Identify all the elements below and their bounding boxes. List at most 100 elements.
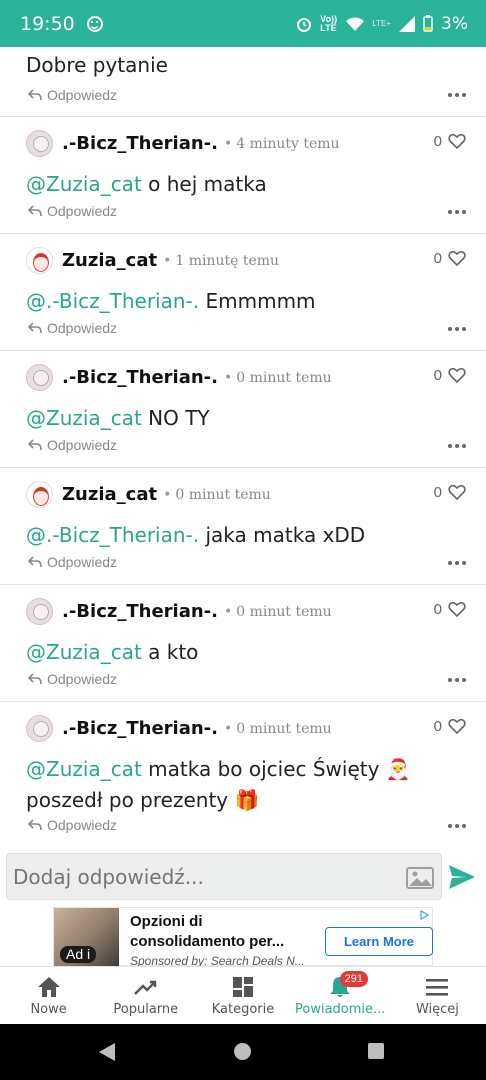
comment-header: Zuzia_cat 1 minutę temu [62, 247, 279, 274]
more-options-icon[interactable] [448, 444, 466, 448]
reply-link[interactable]: Odpowiedz [28, 203, 117, 219]
more-options-icon[interactable] [448, 678, 466, 682]
like-count: 0 [433, 600, 442, 618]
comment-item: Dobre pytanie Odpowiedz [0, 47, 486, 117]
like-button[interactable]: 0 [434, 717, 466, 735]
mention-link[interactable]: @Zuzia_cat [26, 172, 142, 196]
like-button[interactable]: 0 [434, 600, 466, 618]
comment-author[interactable]: .-Bicz_Therian-. [62, 133, 218, 154]
reply-link[interactable]: Odpowiedz [28, 671, 117, 687]
comment-header: .-Bicz_Therian-. 0 minut temu [62, 598, 332, 625]
comment-text: @Zuzia_cat o hej matka [26, 169, 446, 200]
ad-banner[interactable]: Ad i Opzioni di consolidamento per... Sp… [53, 907, 433, 968]
reply-link[interactable]: Odpowiedz [28, 437, 117, 453]
ad-image[interactable]: Ad i [54, 908, 119, 967]
like-button[interactable]: 0 [434, 483, 466, 501]
ad-learn-more-button[interactable]: Learn More [325, 927, 433, 956]
comment-author[interactable]: .-Bicz_Therian-. [62, 367, 218, 388]
battery-percent: 3% [441, 13, 468, 34]
heart-icon [448, 250, 466, 267]
avatar[interactable] [26, 481, 53, 508]
comment-header: Zuzia_cat 0 minut temu [62, 481, 271, 508]
volte-label: Vo)) LTE [320, 13, 338, 33]
like-button[interactable]: 0 [434, 132, 466, 150]
signal-icon [399, 15, 416, 32]
more-options-icon[interactable] [448, 93, 466, 97]
like-count: 0 [433, 366, 442, 384]
comment-author[interactable]: Zuzia_cat [62, 484, 157, 505]
comment-item: Zuzia_cat 1 minutę temu 0 @.-Bicz_Therian-.… [0, 234, 486, 351]
heart-icon [448, 133, 466, 150]
reply-label: Odpowiedz [47, 320, 118, 336]
more-options-icon[interactable] [448, 561, 466, 565]
like-count: 0 [433, 483, 442, 501]
more-options-icon[interactable] [448, 824, 466, 828]
comment-body: NO TY [141, 406, 210, 430]
reply-icon [28, 819, 42, 831]
comment-feed[interactable]: Dobre pytanie Odpowiedz .-Bicz_Therian-.… [0, 47, 486, 847]
reply-label: Odpowiedz [47, 554, 118, 570]
avatar[interactable] [26, 247, 53, 274]
tab-label: Więcej [415, 1002, 459, 1017]
tab-label: Kategorie [211, 1002, 275, 1017]
home-button-icon[interactable] [234, 1043, 251, 1060]
mention-link[interactable]: @Zuzia_cat [26, 640, 142, 664]
more-options-icon[interactable] [448, 327, 466, 331]
avatar[interactable] [26, 598, 53, 625]
comment-author[interactable]: .-Bicz_Therian-. [62, 601, 218, 622]
reply-icon [28, 89, 42, 101]
like-button[interactable]: 0 [434, 249, 466, 267]
trending-icon [133, 980, 156, 995]
comment-text: @.-Bicz_Therian-. jaka matka xDD [26, 520, 446, 551]
reply-label: Odpowiedz [47, 437, 118, 453]
image-attach-icon[interactable] [406, 867, 434, 889]
reply-link[interactable]: Odpowiedz [28, 817, 117, 833]
home-icon [37, 977, 60, 997]
comment-text: @Zuzia_cat matka bo ojciec Święty 🎅 posz… [26, 754, 446, 816]
back-icon[interactable] [99, 1043, 115, 1061]
more-options-icon[interactable] [448, 210, 466, 214]
comment-item: Zuzia_cat 0 minut temu 0 @.-Bicz_Therian-. … [0, 468, 486, 585]
smiley-notification-icon [86, 15, 103, 32]
comment-text: @Zuzia_cat a kto [26, 637, 446, 668]
tab-wiecej[interactable]: Więcej [389, 967, 486, 1024]
avatar[interactable] [26, 364, 53, 391]
tab-popularne[interactable]: Popularne [97, 967, 194, 1024]
tab-kategorie[interactable]: Kategorie [194, 967, 291, 1024]
recents-icon[interactable] [368, 1043, 384, 1059]
avatar[interactable] [26, 715, 53, 742]
ad-title[interactable]: Opzioni di consolidamento per... [130, 912, 310, 952]
reply-label: Odpowiedz [47, 671, 118, 687]
mention-link[interactable]: @Zuzia_cat [26, 406, 142, 430]
system-nav-bar [0, 1024, 486, 1080]
reply-link[interactable]: Odpowiedz [28, 320, 117, 336]
reply-link[interactable]: Odpowiedz [28, 554, 117, 570]
comment-time: 0 minut temu [224, 721, 331, 737]
grid-icon [233, 977, 253, 997]
mention-link[interactable]: @.-Bicz_Therian-. [26, 523, 199, 547]
mention-link[interactable]: @Zuzia_cat [26, 757, 142, 781]
mention-link[interactable]: @.-Bicz_Therian-. [26, 289, 199, 313]
comment-text: Dobre pytanie [26, 53, 168, 77]
comment-time: 0 minut temu [163, 487, 270, 503]
heart-icon [448, 601, 466, 618]
comment-author[interactable]: Zuzia_cat [62, 250, 157, 271]
comment-author[interactable]: .-Bicz_Therian-. [62, 718, 218, 739]
reply-label: Odpowiedz [47, 87, 118, 103]
reply-icon [28, 556, 42, 568]
tab-powiadomienia[interactable]: 291 Powiadomie... [292, 967, 389, 1024]
comment-body: o hej matka [141, 172, 267, 196]
like-button[interactable]: 0 [434, 366, 466, 384]
status-icons: Vo)) LTE LTE+ 3% [296, 14, 468, 34]
tab-nowe[interactable]: Nowe [0, 967, 97, 1024]
battery-icon [423, 15, 433, 32]
avatar[interactable] [26, 130, 53, 157]
reply-composer [0, 848, 486, 906]
reply-label: Odpowiedz [47, 817, 118, 833]
send-icon[interactable] [448, 864, 476, 890]
reply-icon [28, 439, 42, 451]
ad-choices-icon[interactable] [419, 910, 429, 920]
reply-link[interactable]: Odpowiedz [28, 87, 117, 103]
reply-input[interactable] [6, 853, 442, 900]
reply-icon [28, 205, 42, 217]
